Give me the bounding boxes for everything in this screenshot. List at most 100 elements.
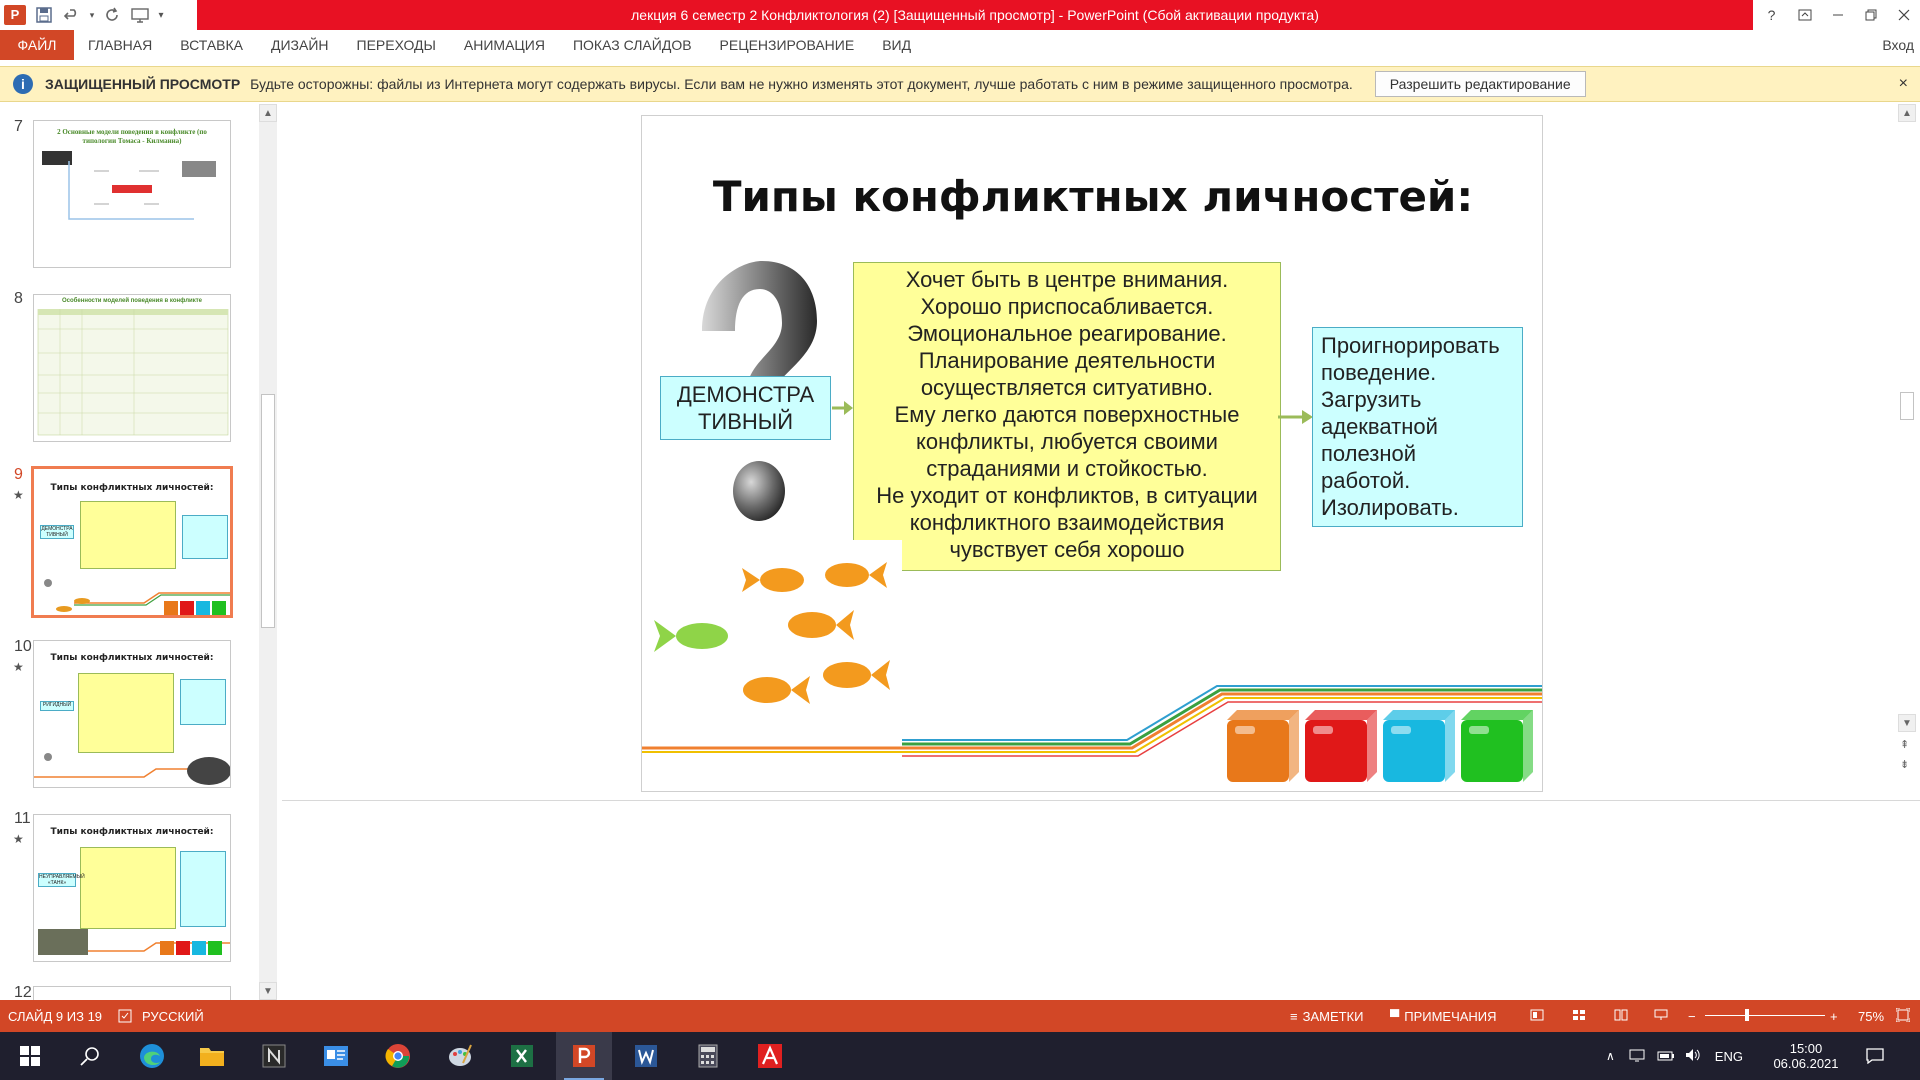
calculator-app-icon[interactable] [680,1032,736,1080]
slide-title: Типы конфликтных личностей: [712,172,1474,221]
zoom-slider-thumb[interactable] [1745,1009,1749,1021]
reading-view-icon[interactable] [1614,1009,1628,1024]
enable-editing-button[interactable]: Разрешить редактирование [1374,71,1586,97]
slide-thumbnail-11[interactable]: Типы конфликтных личностей: НЕУПРАВЛЯЕМЫ… [33,814,231,962]
normal-view-icon[interactable] [1530,1009,1544,1024]
characteristics-box: Хочет быть в центре внимания. Хорошо при… [853,262,1281,571]
notes-button[interactable]: ≡ ЗАМЕТКИ [1290,1009,1363,1024]
tab-slideshow[interactable]: ПОКАЗ СЛАЙДОВ [559,30,706,60]
scroll-down-icon[interactable]: ▼ [259,982,277,1000]
paint-app-icon[interactable] [432,1032,488,1080]
characteristic-line: Не уходит от конфликтов, в ситуации [876,483,1258,508]
slide-thumbnail-pane: 7 2 Основные модели поведения в конфликт… [0,104,280,1001]
slide-thumbnail-9[interactable]: Типы конфликтных личностей: ДЕМОНСТРА ТИ… [31,466,233,618]
thumbnail-number: 7 [14,118,23,135]
thumbnail-right-box [180,679,226,725]
clock[interactable]: 15:00 06.06.2021 [1766,1032,1846,1080]
chrome-browser-icon[interactable] [370,1032,426,1080]
thumbnail-number: 10 [14,638,32,655]
slideshow-icon[interactable] [126,0,154,30]
file-explorer-icon[interactable] [184,1032,240,1080]
tab-transitions[interactable]: ПЕРЕХОДЫ [343,30,450,60]
scroll-up-icon[interactable]: ▲ [259,104,277,122]
thumbnail-left-box: ДЕМОНСТРА ТИВНЫЙ [40,525,74,539]
tab-review[interactable]: РЕЦЕНЗИРОВАНИЕ [706,30,869,60]
system-tray: ∧ ENG [1606,1032,1763,1080]
save-icon[interactable] [30,0,58,30]
zoom-slider[interactable] [1705,1015,1825,1016]
repeat-icon[interactable] [98,0,126,30]
tab-home[interactable]: ГЛАВНАЯ [74,30,166,60]
slide-thumbnail-8[interactable]: Особенности моделей поведения в конфликт… [33,294,231,442]
sign-in-link[interactable]: Вход [1882,30,1914,60]
notifications-icon[interactable] [1866,1032,1884,1080]
restore-icon[interactable] [1854,0,1887,30]
word-app-icon[interactable] [618,1032,674,1080]
thumbnail-left-box: РИГИДНЫЙ [40,701,74,711]
characteristic-line: страданиями и стойкостью. [926,456,1208,481]
notion-app-icon[interactable] [246,1032,302,1080]
scrollbar-thumb[interactable] [1900,392,1914,420]
thumbnail-main-box [80,847,176,929]
characteristic-line: Эмоциональное реагирование. [907,321,1227,346]
characteristic-line: чувствует себя хорошо [949,537,1185,562]
zoom-in-icon[interactable]: + [1830,1009,1838,1024]
protected-view-title: ЗАЩИЩЕННЫЙ ПРОСМОТР [45,76,241,92]
tab-view[interactable]: ВИД [868,30,925,60]
slide-scrollbar[interactable]: ▲ ▼ [1897,104,1917,736]
windows-taskbar: ∧ ENG 15:00 06.06.2021 [0,1032,1920,1080]
network-icon[interactable] [1629,1048,1645,1065]
contacts-app-icon[interactable] [308,1032,364,1080]
slide-thumbnail-10[interactable]: Типы конфликтных личностей: РИГИДНЫЙ [33,640,231,788]
edge-browser-icon[interactable] [124,1032,180,1080]
tab-design[interactable]: ДИЗАЙН [257,30,343,60]
notes-area[interactable] [282,801,1920,1000]
ribbon-display-options-icon[interactable] [1788,0,1821,30]
spellcheck-icon[interactable] [118,1009,132,1023]
acrobat-app-icon[interactable] [742,1032,798,1080]
scroll-up-icon[interactable]: ▲ [1898,104,1916,122]
next-slide-icon[interactable]: ⇟ [1900,758,1909,771]
close-message-bar-icon[interactable]: × [1899,75,1908,93]
slide-thumbnail-7[interactable]: 2 Основные модели поведения в конфликте … [33,120,231,268]
excel-app-icon[interactable] [494,1032,550,1080]
powerpoint-taskbar-icon[interactable] [556,1032,612,1080]
comments-button[interactable]: ▀ ПРИМЕЧАНИЯ [1390,1009,1497,1024]
slide-thumbnail-12[interactable] [33,986,231,1000]
tab-animations[interactable]: АНИМАЦИЯ [450,30,559,60]
slide-sorter-icon[interactable] [1572,1009,1586,1024]
thumbnail-left-box: НЕУПРАВЛЯЕМЫЙ «ТАНК» [38,873,85,887]
cube-4 [1461,710,1533,782]
undo-icon[interactable] [58,0,86,30]
show-hidden-icons-icon[interactable]: ∧ [1606,1049,1615,1063]
thumbnail-main-box [80,501,176,569]
help-icon[interactable]: ? [1755,0,1788,30]
slide-counter[interactable]: СЛАЙД 9 ИЗ 19 [8,1009,102,1024]
arrow-right-icon [1278,410,1313,424]
thumbnail-title: Типы конфликтных личностей: [50,827,214,837]
input-language[interactable]: ENG [1715,1049,1743,1064]
windows-start-icon[interactable] [2,1032,58,1080]
scrollbar-thumb[interactable] [261,394,275,628]
type-label-box: ДЕМОНСТРА ТИВНЫЙ [660,376,831,440]
undo-dropdown-icon[interactable]: ▾ [86,0,98,30]
scroll-down-icon[interactable]: ▼ [1898,714,1916,732]
tab-file[interactable]: ФАЙЛ [0,30,74,60]
battery-icon[interactable] [1657,1049,1675,1064]
thumbnail-scrollbar[interactable]: ▲ ▼ [259,104,277,1000]
fit-to-window-icon[interactable] [1895,1007,1911,1025]
volume-icon[interactable] [1685,1048,1701,1065]
zoom-out-icon[interactable]: − [1688,1009,1700,1024]
previous-slide-icon[interactable]: ⇞ [1900,738,1909,751]
powerpoint-app-icon[interactable]: P [0,0,30,30]
slide-canvas[interactable]: Типы конфликтных личностей: ДЕМОНСТРА ТИ… [641,115,1543,792]
language-indicator[interactable]: РУССКИЙ [142,1009,204,1024]
arrow-right-icon [832,401,853,415]
zoom-level[interactable]: 75% [1858,1009,1884,1024]
tab-insert[interactable]: ВСТАВКА [166,30,257,60]
customize-qat-icon[interactable]: ▾ [154,0,168,30]
search-icon[interactable] [62,1032,118,1080]
slideshow-view-icon[interactable] [1654,1009,1668,1024]
close-icon[interactable] [1887,0,1920,30]
minimize-icon[interactable] [1821,0,1854,30]
